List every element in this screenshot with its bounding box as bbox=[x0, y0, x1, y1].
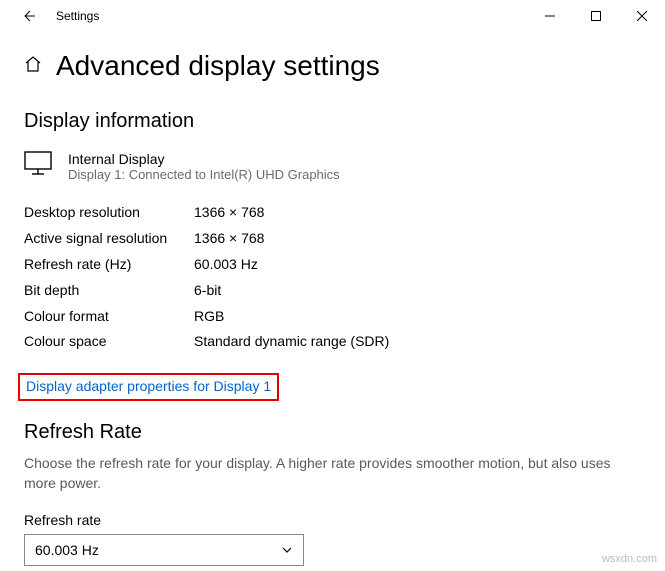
titlebar: Settings bbox=[0, 0, 665, 32]
highlight-box: Display adapter properties for Display 1 bbox=[18, 373, 279, 401]
refresh-rate-heading: Refresh Rate bbox=[24, 421, 641, 444]
close-icon bbox=[637, 11, 647, 21]
info-value: 1366 × 768 bbox=[194, 226, 264, 252]
display-info-table: Desktop resolution 1366 × 768 Active sig… bbox=[24, 200, 641, 355]
app-title: Settings bbox=[56, 9, 99, 23]
info-value: 60.003 Hz bbox=[194, 252, 258, 278]
close-button[interactable] bbox=[619, 0, 665, 32]
content-area: Advanced display settings Display inform… bbox=[0, 32, 665, 566]
refresh-rate-section: Refresh Rate Choose the refresh rate for… bbox=[24, 421, 641, 565]
refresh-rate-label: Refresh rate bbox=[24, 512, 641, 528]
minimize-button[interactable] bbox=[527, 0, 573, 32]
info-row: Colour format RGB bbox=[24, 304, 641, 330]
home-icon[interactable] bbox=[24, 55, 42, 78]
info-label: Active signal resolution bbox=[24, 226, 194, 252]
info-label: Colour format bbox=[24, 304, 194, 330]
page-header: Advanced display settings bbox=[24, 50, 641, 82]
back-arrow-icon bbox=[20, 8, 36, 24]
refresh-rate-dropdown[interactable]: 60.003 Hz bbox=[24, 534, 304, 566]
display-connection: Display 1: Connected to Intel(R) UHD Gra… bbox=[68, 167, 340, 182]
info-label: Colour space bbox=[24, 329, 194, 355]
info-value: 1366 × 768 bbox=[194, 200, 264, 226]
info-label: Refresh rate (Hz) bbox=[24, 252, 194, 278]
info-row: Colour space Standard dynamic range (SDR… bbox=[24, 329, 641, 355]
maximize-button[interactable] bbox=[573, 0, 619, 32]
monitor-icon bbox=[24, 151, 52, 180]
info-value: Standard dynamic range (SDR) bbox=[194, 329, 389, 355]
chevron-down-icon bbox=[281, 544, 293, 556]
info-row: Active signal resolution 1366 × 768 bbox=[24, 226, 641, 252]
dropdown-selected-value: 60.003 Hz bbox=[35, 542, 99, 558]
minimize-icon bbox=[545, 11, 555, 21]
window-controls bbox=[527, 0, 665, 32]
display-info-heading: Display information bbox=[24, 110, 641, 133]
display-adapter-link[interactable]: Display adapter properties for Display 1 bbox=[26, 378, 271, 394]
refresh-rate-description: Choose the refresh rate for your display… bbox=[24, 454, 641, 493]
info-row: Desktop resolution 1366 × 768 bbox=[24, 200, 641, 226]
watermark: wsxdn.com bbox=[602, 553, 657, 565]
info-value: 6-bit bbox=[194, 278, 221, 304]
info-value: RGB bbox=[194, 304, 224, 330]
info-label: Desktop resolution bbox=[24, 200, 194, 226]
info-row: Refresh rate (Hz) 60.003 Hz bbox=[24, 252, 641, 278]
info-label: Bit depth bbox=[24, 278, 194, 304]
maximize-icon bbox=[591, 11, 601, 21]
display-name: Internal Display bbox=[68, 151, 340, 167]
back-button[interactable] bbox=[8, 0, 48, 32]
info-row: Bit depth 6-bit bbox=[24, 278, 641, 304]
page-title: Advanced display settings bbox=[56, 50, 380, 82]
display-header: Internal Display Display 1: Connected to… bbox=[24, 151, 641, 182]
